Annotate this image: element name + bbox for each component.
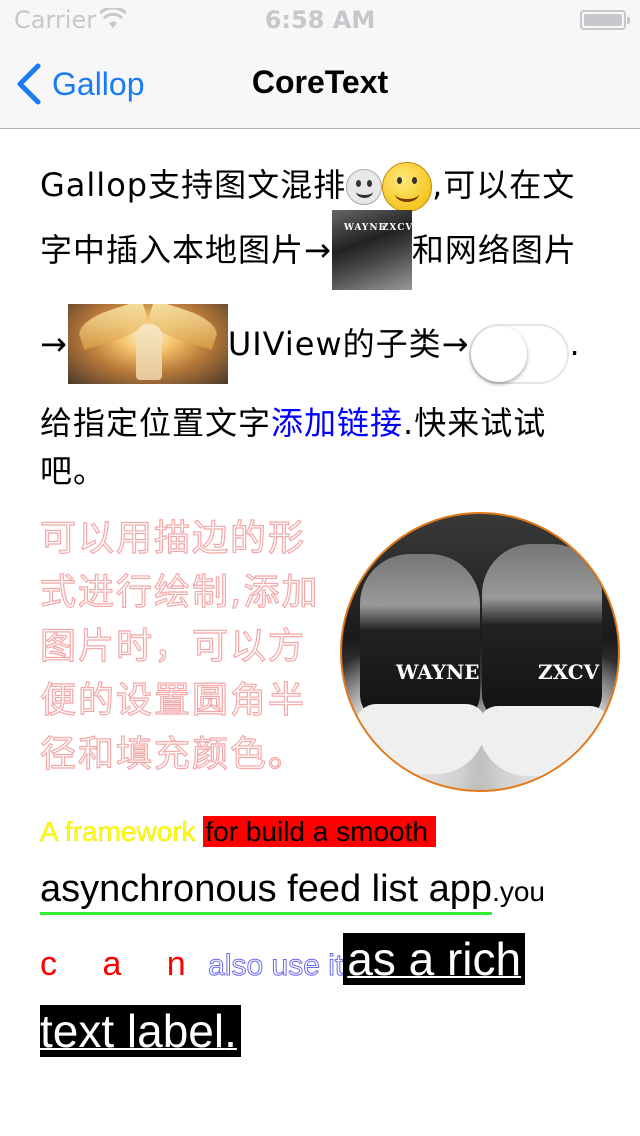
rich-text-line-4: text label. bbox=[40, 1004, 241, 1058]
paragraph-text: 给指定位置文字 bbox=[40, 404, 272, 442]
add-link[interactable]: 添加链接 bbox=[271, 404, 403, 442]
black-highlight-text: text label. bbox=[40, 1005, 241, 1057]
paragraph-line-1: Gallop支持图文混排 ,可以在文 bbox=[40, 160, 575, 212]
rich-text-line-1: A framework for build a smooth bbox=[40, 816, 436, 848]
navigation-bar: Gallop CoreText bbox=[0, 40, 640, 129]
paragraph-text: Gallop支持图文混排 bbox=[40, 166, 347, 204]
paragraph-text: UIView的子类→ bbox=[227, 325, 470, 363]
period: . bbox=[224, 1005, 237, 1057]
black-highlight-label: text label bbox=[40, 1005, 225, 1057]
brand-right: ZXCV bbox=[538, 660, 600, 684]
outlined-text: 可以用描边的形式进行绘制,添加图片时，可以方便的设置圆角半径和填充颜色。 bbox=[39, 517, 320, 775]
paragraph-text: . bbox=[569, 325, 581, 363]
status-time: 6:58 AM bbox=[264, 6, 376, 34]
battery-icon bbox=[580, 10, 630, 30]
rich-text-line-3: c a n also use itas a rich bbox=[40, 932, 526, 986]
grin-emoji-icon bbox=[346, 169, 383, 205]
paragraph-text: 和网络图片 bbox=[411, 231, 577, 269]
smile-emoji-icon bbox=[382, 162, 433, 212]
rich-text-line-2: asynchronous feed list app.you bbox=[40, 868, 546, 915]
switch-toggle[interactable] bbox=[469, 324, 570, 384]
outlined-blue-text: also use it bbox=[208, 949, 344, 983]
spaced-red-text: c a n bbox=[40, 945, 204, 983]
paragraph-line-5: 吧。 bbox=[40, 446, 106, 492]
paragraph-line-3: → UIView的子类→. bbox=[40, 304, 581, 384]
paragraph-text: 吧。 bbox=[40, 452, 107, 490]
paragraph-text: .快来试试 bbox=[403, 404, 547, 442]
rounded-image-shoes[interactable]: WAYNE ZXCV bbox=[340, 512, 620, 792]
web-image-mercy[interactable] bbox=[67, 304, 228, 384]
yellow-text: A framework bbox=[40, 816, 204, 847]
underlined-text: asynchronous feed list app bbox=[40, 868, 493, 915]
plain-text: .you bbox=[492, 876, 546, 907]
brand-left: WAYNE bbox=[396, 660, 480, 684]
local-image-shoes[interactable]: WAYNE ZXCV bbox=[331, 210, 412, 290]
thumb-brand-left: WAYNE bbox=[343, 223, 387, 233]
paragraph-text: 字中插入本地图片→ bbox=[40, 231, 332, 269]
toggle-knob bbox=[471, 326, 528, 382]
paragraph-line-4: 给指定位置文字添加链接.快来试试 bbox=[40, 398, 546, 444]
paragraph-line-2: 字中插入本地图片→ WAYNE ZXCV 和网络图片 bbox=[40, 210, 577, 290]
paragraph-text: → bbox=[40, 325, 68, 363]
black-highlight-text: as a rich bbox=[343, 933, 526, 985]
page-title: CoreText bbox=[251, 64, 389, 100]
paragraph-text: ,可以在文 bbox=[432, 166, 576, 204]
thumb-brand-right: ZXCV bbox=[381, 223, 412, 233]
red-highlight-text: for build a smooth bbox=[203, 816, 436, 847]
status-bar: Carrier 6:58 AM bbox=[0, 0, 640, 40]
